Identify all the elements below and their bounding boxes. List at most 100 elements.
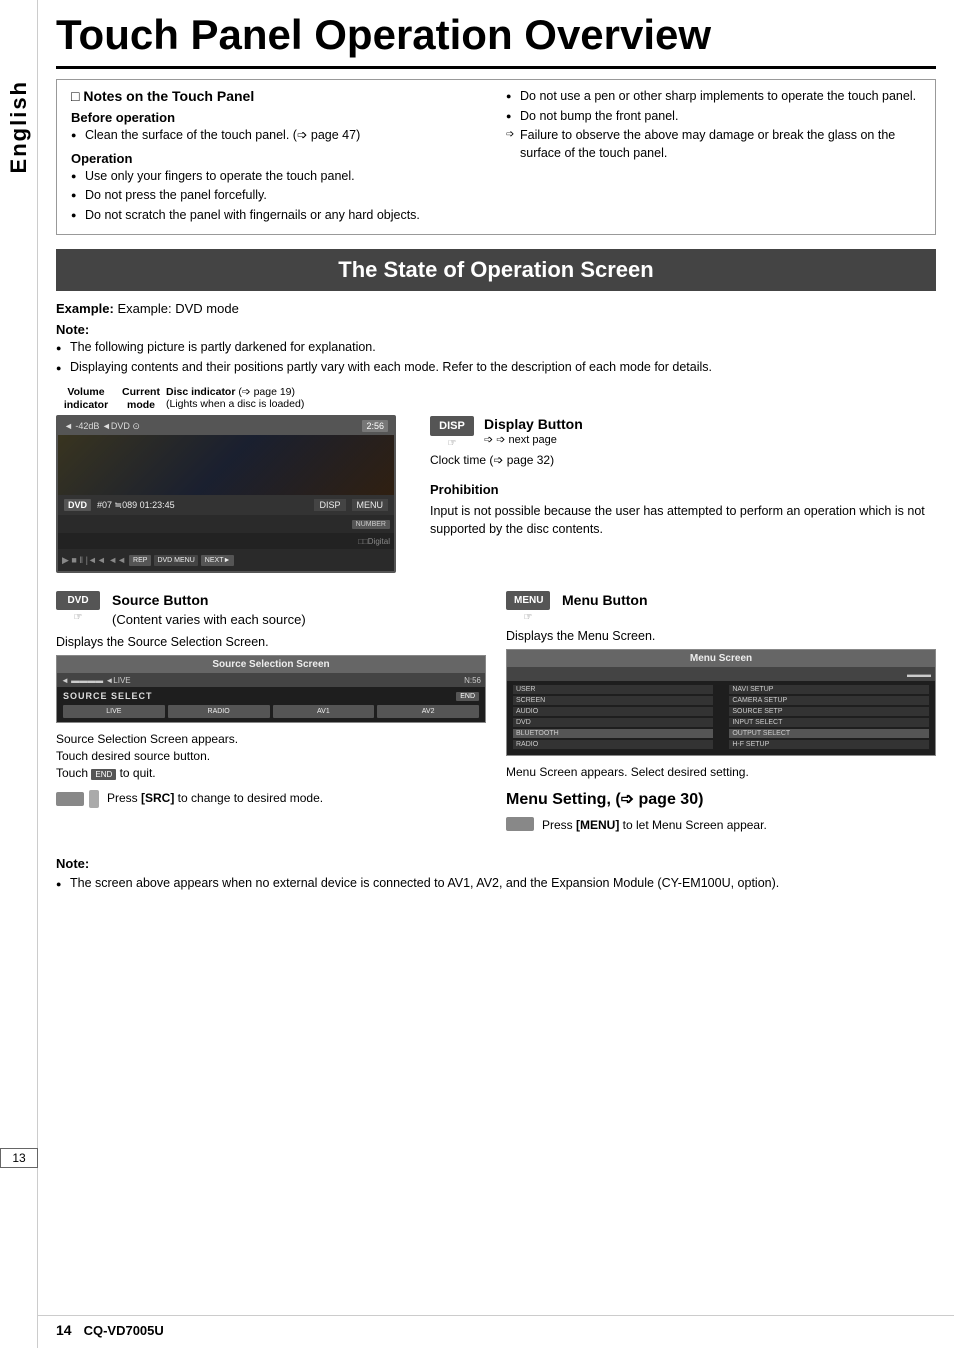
- disp-button-label: Display Button ➩ next page: [484, 416, 583, 446]
- source-section: DVD ☞ Source Button (Content varies with…: [56, 591, 486, 813]
- menu-item-bluetooth[interactable]: BLUETOOTH: [513, 729, 713, 738]
- source-button-group: DVD ☞: [56, 591, 100, 623]
- list-item: Use only your fingers to operate the tou…: [71, 168, 486, 186]
- screen-top-bar: ◄ -42dB ◄DVD ⊙ 2:56: [58, 417, 394, 435]
- bottom-note-item: The screen above appears when no externa…: [56, 875, 936, 893]
- menu-item-navi[interactable]: NAVI SETUP: [729, 685, 929, 694]
- note-heading: Note:: [56, 322, 936, 337]
- source-btn-av1[interactable]: AV1: [273, 705, 375, 718]
- screen-top-left: ◄ -42dB ◄DVD ⊙: [64, 421, 140, 432]
- screen-secondary-bar: NUMBER: [58, 515, 394, 533]
- source-thumb-header: Source Selection Screen: [57, 656, 485, 673]
- number-btn[interactable]: NUMBER: [352, 520, 390, 529]
- list-item: Do not press the panel forcefully.: [71, 187, 486, 205]
- digital-label: □□Digital: [358, 537, 390, 546]
- notes-col-right: Do not use a pen or other sharp implemen…: [506, 88, 921, 226]
- top-callouts: Volumeindicator Currentmode Disc indicat…: [56, 386, 396, 411]
- clock-time-label: Clock time (➩ page 32): [430, 453, 936, 467]
- footer-page-number: 14: [56, 1322, 72, 1338]
- notes-col-left: □ Notes on the Touch Panel Before operat…: [71, 88, 486, 226]
- end-btn-inline[interactable]: END: [91, 769, 116, 780]
- disp-area: DISP ☞ Display Button ➩ next page: [430, 416, 936, 449]
- menu-item-screen[interactable]: SCREEN: [513, 696, 713, 705]
- notes-before-title: Before operation: [71, 110, 486, 125]
- menu-item-camera[interactable]: CAMERA SETUP: [729, 696, 929, 705]
- displays-source-text: Displays the Source Selection Screen.: [56, 635, 486, 649]
- source-hint-icons: [56, 790, 99, 808]
- menu-hint-text: Press [MENU] to let Menu Screen appear.: [542, 817, 767, 834]
- note-bullets: The following picture is partly darkened…: [56, 339, 936, 376]
- menu-button-group: MENU ☞: [506, 591, 550, 623]
- source-button-desc: Source Button (Content varies with each …: [112, 591, 306, 629]
- main-content: Touch Panel Operation Overview □ Notes o…: [38, 0, 954, 917]
- menu-item-hf[interactable]: H-F SETUP: [729, 740, 929, 749]
- arrow-item: Failure to observe the above may damage …: [506, 127, 921, 162]
- source-thumb-content: SOURCE SELECT END LIVE RADIO AV1 AV2: [57, 687, 485, 722]
- screen-main-area: [58, 435, 394, 495]
- playback-icons: ▶ ■ ‖ |◄◄ ◄◄: [62, 555, 126, 566]
- bottom-section: DVD ☞ Source Button (Content varies with…: [56, 591, 936, 840]
- footer-model-number: CQ-VD7005U: [84, 1323, 164, 1338]
- callout-disc: Disc indicator (➩ page 19) (Lights when …: [166, 386, 306, 411]
- displays-menu-text: Displays the Menu Screen.: [506, 629, 936, 643]
- next-btn[interactable]: NEXT►: [201, 555, 235, 566]
- source-btn-live[interactable]: LIVE: [63, 705, 165, 718]
- callout-volume: Volumeindicator: [56, 386, 116, 411]
- menu-item-output[interactable]: OUTPUT SELECT: [729, 729, 929, 738]
- section-header: The State of Operation Screen: [56, 249, 936, 291]
- bottom-note: Note: The screen above appears when no e…: [56, 854, 936, 893]
- touch-icon-source: ☞: [56, 612, 100, 623]
- screen-mockup: ◄ -42dB ◄DVD ⊙ 2:56 DVD #07 ≒089 01:23:4…: [56, 415, 396, 573]
- dvd-menu-btn[interactable]: DVD MENU: [154, 555, 197, 566]
- dvd-source-btn[interactable]: DVD: [56, 591, 100, 610]
- rep-btn[interactable]: REP: [129, 555, 151, 566]
- source-hint-text: Press [SRC] to change to desired mode.: [107, 790, 323, 807]
- screen-dvd-background: [58, 435, 394, 495]
- menu-thumb-topbar: ▬▬▬: [507, 667, 935, 681]
- disp-button-icon: DISP: [430, 416, 474, 436]
- menu-item-radio[interactable]: RADIO: [513, 740, 713, 749]
- menu-hint-row: Press [MENU] to let Menu Screen appear.: [506, 817, 936, 834]
- notes-title: □ Notes on the Touch Panel: [71, 88, 486, 104]
- page-title: Touch Panel Operation Overview: [56, 0, 936, 69]
- menu-row-1: SCREEN CAMERA SETUP: [513, 696, 929, 705]
- menu-item-audio[interactable]: AUDIO: [513, 707, 713, 716]
- source-thumb-end-btn[interactable]: END: [456, 692, 479, 701]
- example-text: Example: Example: DVD mode: [56, 301, 936, 316]
- source-thumb-buttons: LIVE RADIO AV1 AV2: [63, 705, 479, 718]
- source-btn-av2[interactable]: AV2: [377, 705, 479, 718]
- footer: 14 CQ-VD7005U: [38, 1315, 954, 1338]
- disp-btn-inline[interactable]: DISP: [314, 499, 345, 511]
- remote-small-icon: [89, 790, 99, 808]
- menu-item-input[interactable]: INPUT SELECT: [729, 718, 929, 727]
- menu-item-dvd[interactable]: DVD: [513, 718, 713, 727]
- remote-icon: [56, 792, 84, 806]
- screen-digital-bar: □□Digital: [58, 533, 394, 549]
- source-btn-radio[interactable]: RADIO: [168, 705, 270, 718]
- screen-controls: ▶ ■ ‖ |◄◄ ◄◄ REP DVD MENU NEXT►: [58, 549, 394, 571]
- menu-screen-thumb: Menu Screen ▬▬▬ USER NAVI SETUP SCREEN C…: [506, 649, 936, 756]
- menu-button-row: MENU ☞ Menu Button: [506, 591, 936, 623]
- menu-row-2: AUDIO SOURCE SETP: [513, 707, 929, 716]
- sidebar-language: English: [6, 80, 32, 173]
- menu-btn-inline[interactable]: MENU: [352, 499, 389, 511]
- menu-row-3: DVD INPUT SELECT: [513, 718, 929, 727]
- menu-item-source[interactable]: SOURCE SETP: [729, 707, 929, 716]
- source-appears-text: Source Selection Screen appears. Touch d…: [56, 731, 486, 781]
- menu-row-0: USER NAVI SETUP: [513, 685, 929, 694]
- diagram-area: Volumeindicator Currentmode Disc indicat…: [56, 386, 936, 573]
- menu-item-user[interactable]: USER: [513, 685, 713, 694]
- menu-btn-icon[interactable]: MENU: [506, 591, 550, 610]
- touch-icon-disp: ☞: [430, 438, 474, 449]
- notes-op-title: Operation: [71, 151, 486, 166]
- note-bullet: Displaying contents and their positions …: [56, 359, 936, 377]
- menu-row-5: RADIO H-F SETUP: [513, 740, 929, 749]
- prohibition-box: Prohibition Input is not possible becaus…: [430, 481, 936, 538]
- source-hint-row: Press [SRC] to change to desired mode.: [56, 790, 486, 808]
- notes-box: □ Notes on the Touch Panel Before operat…: [56, 79, 936, 235]
- menu-section: MENU ☞ Menu Button Displays the Menu Scr…: [506, 591, 936, 840]
- sidebar-page-number: 13: [0, 1148, 38, 1168]
- notes-before-list: Clean the surface of the touch panel. (➩…: [71, 127, 486, 145]
- right-annotations: DISP ☞ Display Button ➩ next page Clock …: [416, 386, 936, 538]
- callout-mode: Currentmode: [116, 386, 166, 411]
